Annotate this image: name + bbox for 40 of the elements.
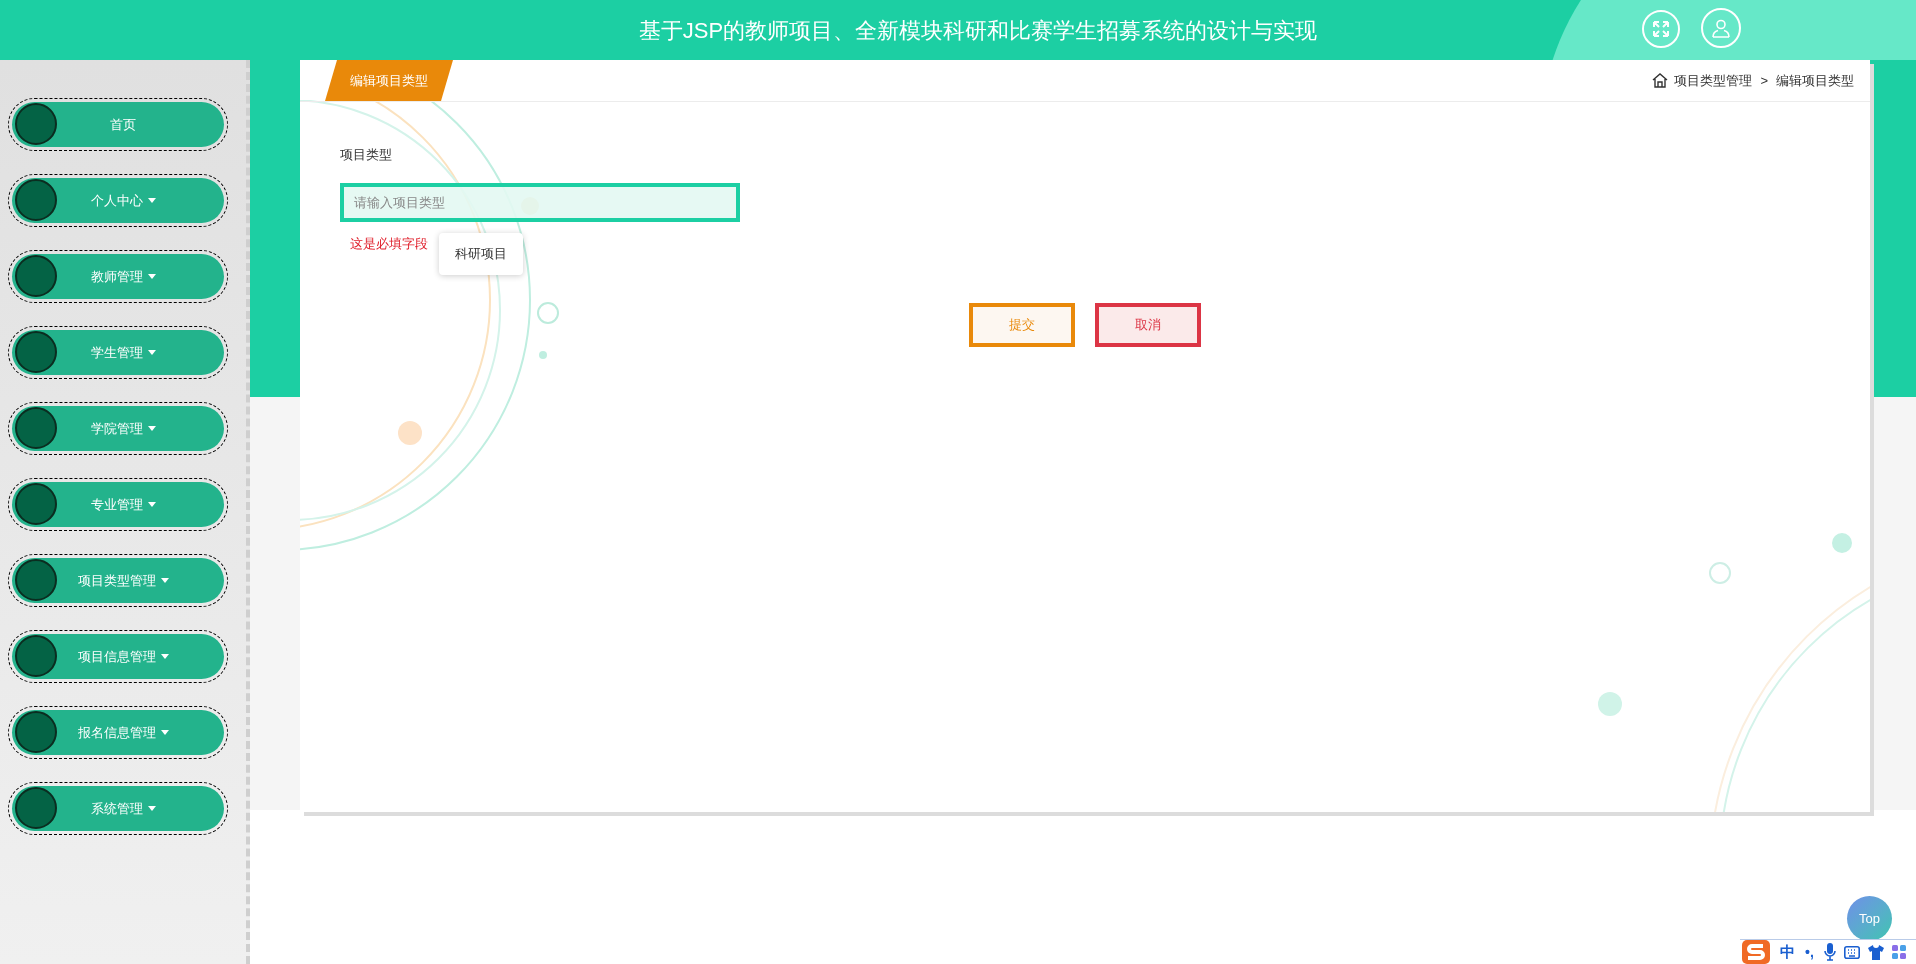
caret-icon	[147, 502, 156, 507]
menu-label: 学生管理	[90, 343, 143, 362]
error-message: 这是必填字段	[350, 234, 428, 253]
breadcrumb-separator: >	[1760, 71, 1768, 90]
home-icon	[1652, 73, 1669, 88]
menu-label: 专业管理	[90, 495, 143, 514]
grid-icon[interactable]	[1891, 945, 1906, 959]
menu-label: 个人中心	[90, 191, 143, 210]
submit-button[interactable]: 提交	[969, 302, 1075, 347]
caret-icon	[147, 274, 156, 279]
caret-icon	[147, 806, 156, 811]
breadcrumb-item[interactable]: 项目类型管理	[1674, 70, 1753, 91]
caret-icon	[160, 654, 169, 659]
page-title: 基于JSP的教师项目、全新模块科研和比赛学生招募系统的设计与实现	[638, 16, 1318, 45]
menu-label: 项目类型管理	[77, 571, 156, 590]
field-label: 项目类型	[340, 146, 393, 164]
menu-label: 首页	[110, 115, 136, 134]
input-field[interactable]: 请输入项目类型	[340, 182, 740, 222]
back-to-top-button[interactable]: Top	[1847, 896, 1892, 941]
menu-label: 项目信息管理	[77, 647, 156, 666]
caret-icon	[160, 578, 169, 583]
caret-icon	[160, 730, 169, 735]
caret-icon	[147, 198, 156, 203]
expand-icon	[1652, 20, 1670, 38]
shirt-icon[interactable]	[1867, 944, 1884, 960]
menu-label: 报名信息管理	[77, 723, 156, 742]
caret-icon	[147, 426, 156, 431]
autocomplete-option[interactable]: 科研项目	[439, 232, 523, 275]
menu-label: 学院管理	[90, 419, 143, 438]
menu-label: 系统管理	[90, 799, 143, 818]
input-mode[interactable]: 中	[1780, 940, 1795, 964]
cancel-button[interactable]: 取消	[1095, 302, 1201, 347]
punctuation-mode[interactable]: •,	[1805, 941, 1814, 963]
caret-icon	[147, 350, 156, 355]
ime-logo-icon[interactable]	[1742, 940, 1770, 964]
keyboard-icon[interactable]	[1843, 945, 1860, 959]
menu-label: 教师管理	[90, 267, 143, 286]
user-icon	[1711, 18, 1731, 38]
microphone-icon[interactable]	[1823, 943, 1836, 961]
breadcrumb-item: 编辑项目类型	[1776, 71, 1854, 90]
